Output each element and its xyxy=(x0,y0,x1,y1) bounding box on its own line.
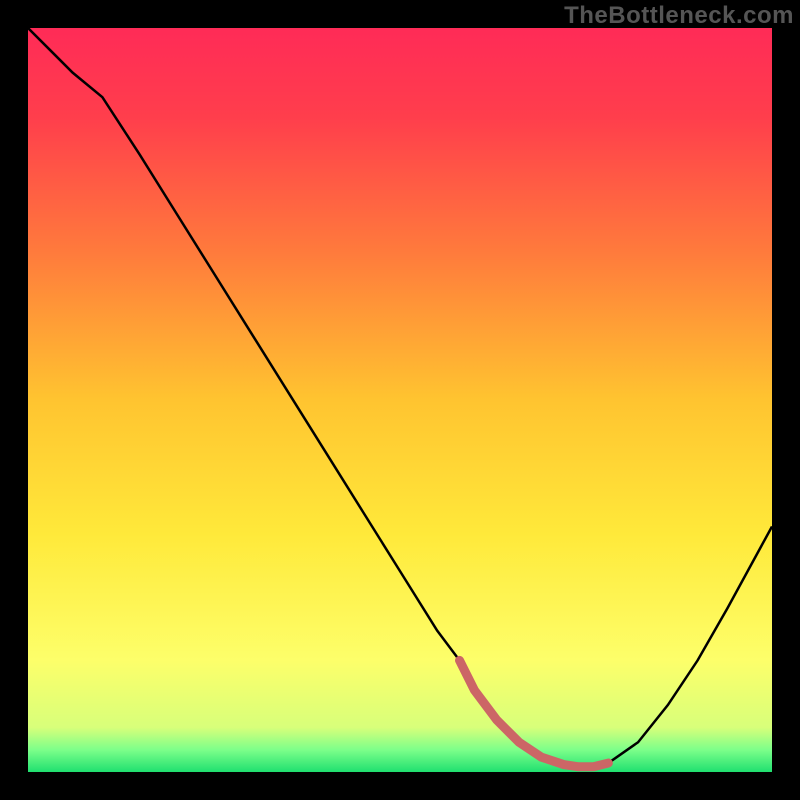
watermark-text: TheBottleneck.com xyxy=(564,2,794,30)
chart-frame: TheBottleneck.com xyxy=(0,0,800,800)
plot-area xyxy=(28,28,772,772)
gradient-background xyxy=(28,28,772,772)
bottleneck-chart xyxy=(28,28,772,772)
